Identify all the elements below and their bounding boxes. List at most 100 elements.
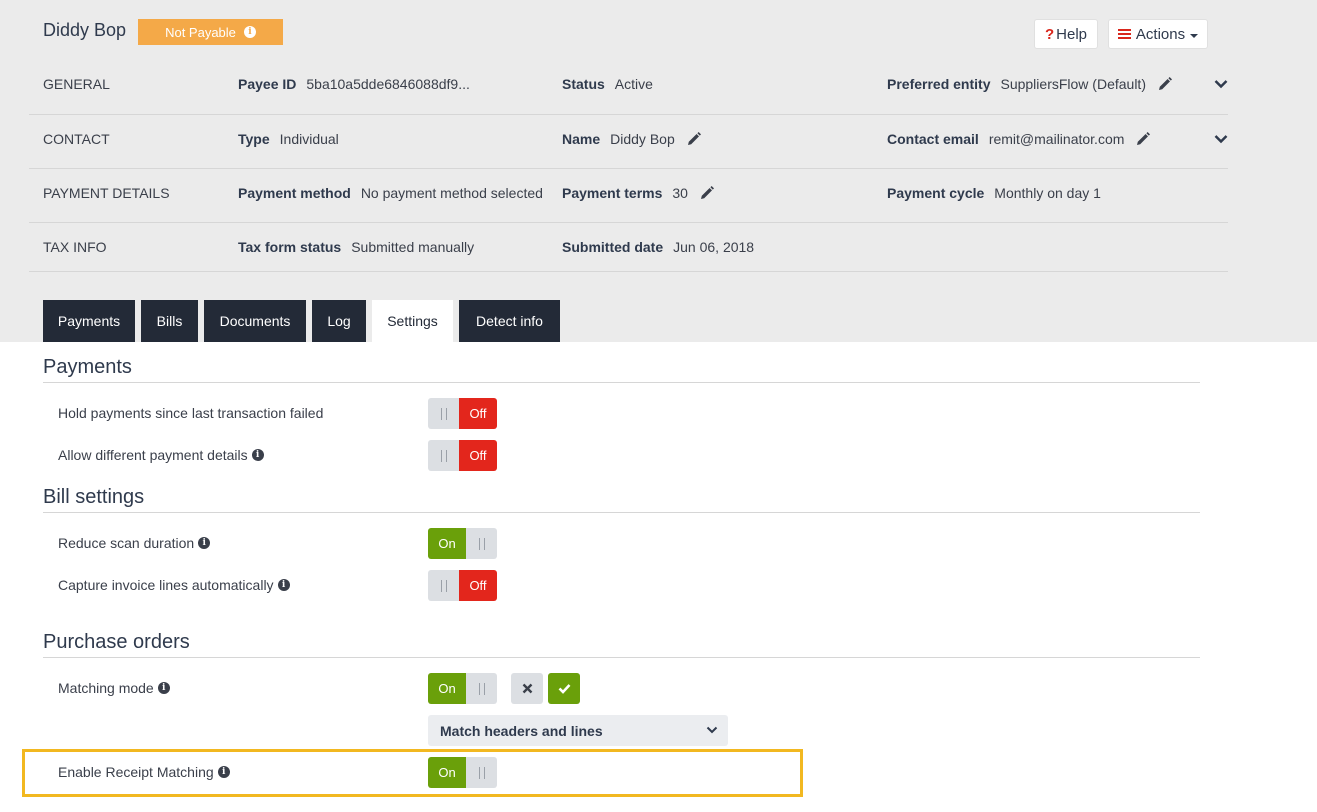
pencil-icon[interactable]	[1136, 132, 1151, 146]
chevron-down-icon[interactable]	[1214, 134, 1228, 144]
contact-row: CONTACT Type Individual Name Diddy Bop C…	[29, 115, 1228, 169]
tab-settings[interactable]: Settings	[372, 300, 453, 342]
field-value: Monthly on day 1	[994, 185, 1101, 201]
field-label: Payment cycle	[887, 185, 985, 201]
status-badge: Not Payable i	[138, 19, 283, 45]
tab-documents[interactable]: Documents	[204, 300, 306, 342]
enable-receipt-matching-label: Enable Receipt Matching i	[58, 764, 230, 780]
toggle-grip-icon	[466, 757, 497, 788]
name-field: Name Diddy Bop	[562, 131, 701, 147]
pencil-icon[interactable]	[687, 132, 701, 146]
payee-id-field: Payee ID 5ba10a5dde6846088df9...	[238, 76, 470, 92]
info-icon[interactable]: i	[251, 449, 264, 461]
toggle-state: Off	[459, 440, 497, 471]
allow-different-details-toggle[interactable]: Off	[428, 440, 497, 471]
setting-label-text: Allow different payment details	[58, 447, 248, 463]
toggle-state: Off	[459, 398, 497, 429]
tab-detect-info[interactable]: Detect info	[459, 300, 560, 342]
toggle-state: On	[428, 757, 466, 788]
cancel-button[interactable]	[511, 673, 543, 704]
preferred-entity-field: Preferred entity SuppliersFlow (Default)	[887, 76, 1172, 92]
row-category: CONTACT	[43, 131, 110, 147]
field-label: Status	[562, 76, 605, 92]
toggle-grip-icon	[428, 570, 459, 601]
setting-label-text: Hold payments since last transaction fai…	[58, 405, 324, 421]
info-icon[interactable]: i	[157, 682, 170, 694]
tax-info-row: TAX INFO Tax form status Submitted manua…	[29, 223, 1228, 272]
toggle-grip-icon	[428, 440, 459, 471]
field-value: 30	[672, 185, 688, 201]
info-icon[interactable]: i	[198, 537, 211, 549]
capture-invoice-lines-toggle[interactable]: Off	[428, 570, 497, 601]
toggle-grip-icon	[428, 398, 459, 429]
setting-label-text: Enable Receipt Matching	[58, 764, 214, 780]
section-divider	[43, 657, 1200, 658]
section-title-payments: Payments	[43, 356, 132, 378]
allow-different-details-label: Allow different payment details i	[58, 447, 264, 463]
field-label: Name	[562, 131, 601, 147]
payment-cycle-field: Payment cycle Monthly on day 1	[887, 185, 1101, 201]
field-value: Active	[614, 76, 653, 92]
chevron-down-icon	[706, 726, 718, 734]
hold-payments-label: Hold payments since last transaction fai…	[58, 405, 323, 421]
row-category: GENERAL	[43, 76, 110, 92]
payment-method-field: Payment method No payment method selecte…	[238, 185, 543, 201]
type-field: Type Individual	[238, 131, 339, 147]
toggle-state: On	[428, 528, 466, 559]
pencil-icon[interactable]	[1158, 77, 1172, 91]
matching-mode-select[interactable]: Match headers and lines	[428, 715, 728, 746]
actions-button[interactable]: Actions	[1108, 19, 1208, 49]
section-divider	[43, 382, 1200, 383]
info-icon[interactable]: i	[277, 579, 290, 591]
help-button[interactable]: ? Help	[1034, 19, 1098, 49]
enable-receipt-matching-toggle[interactable]: On	[428, 757, 497, 788]
tax-form-status-field: Tax form status Submitted manually	[238, 239, 474, 255]
field-label: Submitted date	[562, 239, 664, 255]
field-label: Preferred entity	[887, 76, 991, 92]
payee-header: Diddy Bop Not Payable i ? Help Actions G…	[0, 0, 1317, 342]
status-badge-label: Not Payable	[165, 24, 236, 40]
caret-down-icon	[1190, 33, 1199, 38]
tab-bills[interactable]: Bills	[141, 300, 198, 342]
chevron-down-icon[interactable]	[1214, 79, 1228, 89]
info-icon[interactable]: i	[217, 766, 230, 778]
question-mark-icon: ?	[1044, 25, 1055, 43]
select-value: Match headers and lines	[440, 722, 603, 739]
field-label: Tax form status	[238, 239, 342, 255]
tab-log[interactable]: Log	[312, 300, 366, 342]
confirm-button[interactable]	[548, 673, 580, 704]
payee-name: Diddy Bop	[43, 20, 127, 40]
checkmark-icon	[558, 684, 570, 694]
field-value: SuppliersFlow (Default)	[1000, 76, 1146, 92]
toggle-grip-icon	[466, 528, 497, 559]
field-value: Individual	[279, 131, 339, 147]
actions-button-label: Actions	[1135, 25, 1186, 43]
pencil-icon[interactable]	[700, 186, 714, 200]
payment-details-row: PAYMENT DETAILS Payment method No paymen…	[29, 169, 1228, 223]
setting-label-text: Capture invoice lines automatically	[58, 577, 274, 593]
matching-mode-toggle[interactable]: On	[428, 673, 497, 704]
row-category: TAX INFO	[43, 239, 107, 255]
contact-email-field: Contact email remit@mailinator.com	[887, 131, 1151, 147]
reduce-scan-duration-toggle[interactable]: On	[428, 528, 497, 559]
field-value: Jun 06, 2018	[673, 239, 755, 255]
general-row: GENERAL Payee ID 5ba10a5dde6846088df9...…	[29, 59, 1228, 115]
toggle-state: On	[428, 673, 466, 704]
help-button-label: Help	[1056, 25, 1088, 43]
section-divider	[43, 512, 1200, 513]
tab-payments[interactable]: Payments	[43, 300, 135, 342]
field-label: Payee ID	[238, 76, 297, 92]
close-icon	[522, 683, 532, 694]
setting-label-text: Matching mode	[58, 680, 154, 696]
field-label: Type	[238, 131, 270, 147]
section-title-purchase-orders: Purchase orders	[43, 631, 190, 653]
field-label: Contact email	[887, 131, 979, 147]
hold-payments-toggle[interactable]: Off	[428, 398, 497, 429]
field-value: No payment method selected	[360, 185, 543, 201]
field-value: Diddy Bop	[610, 131, 675, 147]
matching-mode-label: Matching mode i	[58, 680, 170, 696]
reduce-scan-duration-label: Reduce scan duration i	[58, 535, 211, 551]
field-label: Payment method	[238, 185, 351, 201]
tab-bar: Payments Bills Documents Log Settings De…	[43, 300, 560, 342]
info-icon[interactable]: i	[243, 26, 256, 38]
